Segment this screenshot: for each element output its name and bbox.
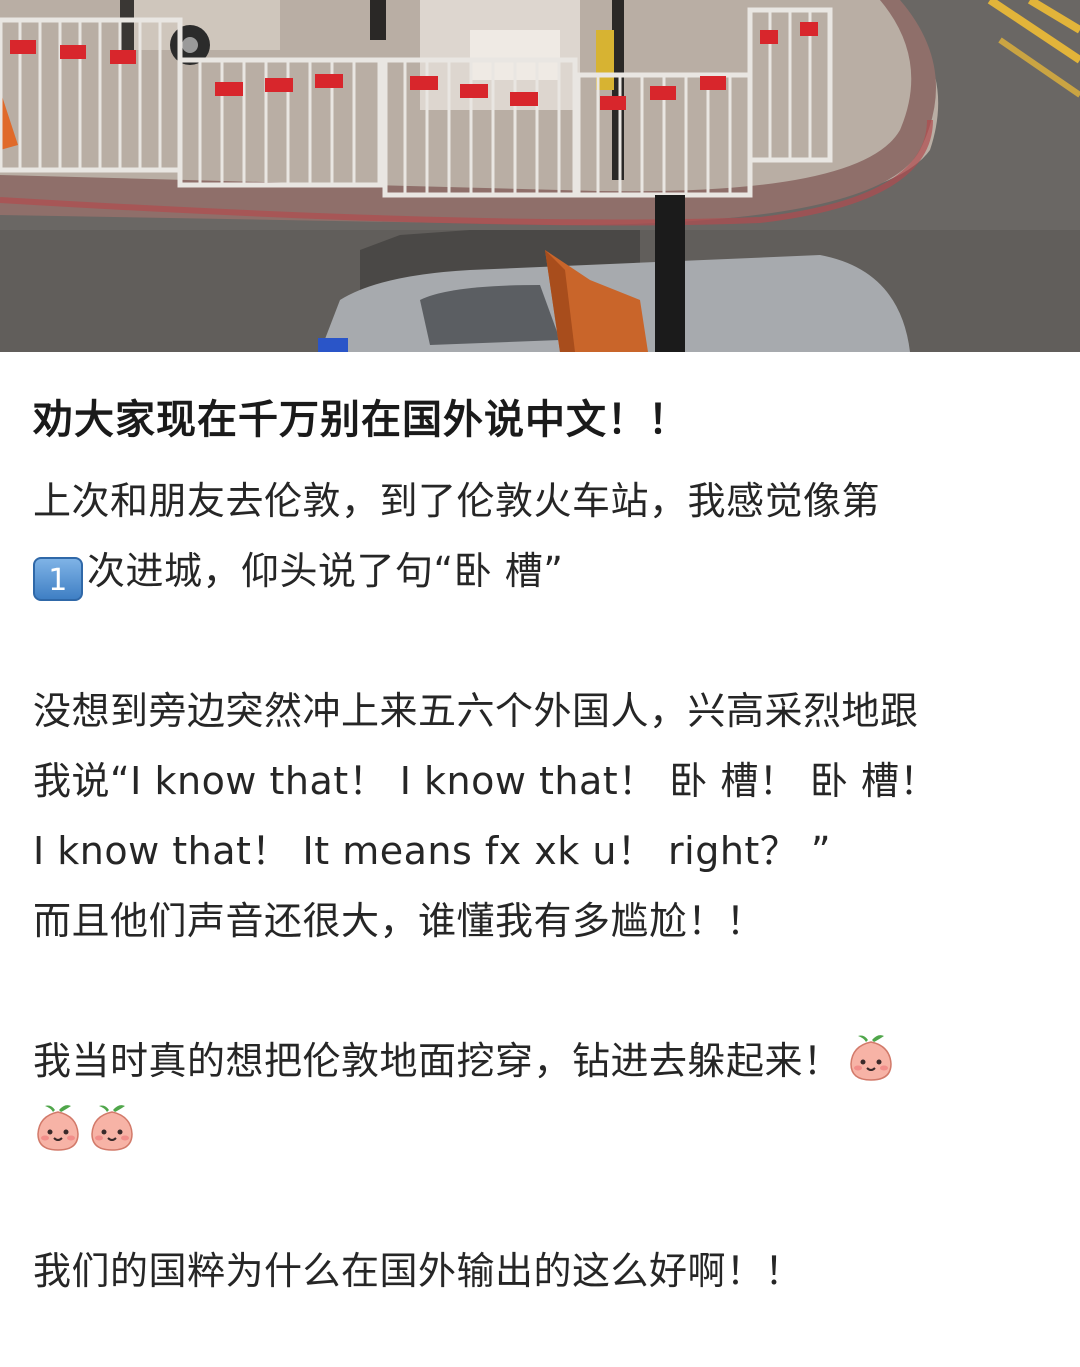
post-content: 劝大家现在千万别在国外说中文！！ 上次和朋友去伦敦，到了伦敦火车站，我感觉像第 … xyxy=(33,352,1053,1306)
paragraph-2: 没想到旁边突然冲上来五六个外国人，兴高采烈地跟 我说“I know that！ … xyxy=(33,676,1053,956)
paragraph-1-line-2: 1 次进城，仰头说了句“卧 槽” xyxy=(33,536,1053,606)
peach-face-icon xyxy=(37,1105,79,1151)
keycap-one-icon: 1 xyxy=(33,557,83,601)
paragraph-2-line-2: 我说“I know that！ I know that！ 卧 槽！ 卧 槽！ xyxy=(33,759,938,803)
paragraph-3-line-2 xyxy=(33,1096,1053,1166)
paragraph-1-line-2-text: 次进城，仰头说了句“卧 槽” xyxy=(87,549,564,593)
paragraph-3-line-1: 我当时真的想把伦敦地面挖穿，钻进去躲起来！ xyxy=(33,1026,1053,1096)
paragraph-2-line-1: 没想到旁边突然冲上来五六个外国人，兴高采烈地跟 xyxy=(33,689,919,733)
paragraph-1-line-1: 上次和朋友去伦敦，到了伦敦火车站，我感觉像第 xyxy=(33,479,881,523)
paragraph-2-line-3: I know that！ It means fx xk u！ right？ ” xyxy=(33,829,832,873)
paragraph-4-line-1: 我们的国粹为什么在国外输出的这么好啊！！ xyxy=(33,1249,804,1293)
paragraph-3: 我当时真的想把伦敦地面挖穿，钻进去躲起来！ xyxy=(33,1026,1053,1166)
peach-face-icon xyxy=(849,1035,892,1081)
paragraph-1: 上次和朋友去伦敦，到了伦敦火车站，我感觉像第 1 次进城，仰头说了句“卧 槽” xyxy=(33,466,1053,606)
paragraph-4: 我们的国粹为什么在国外输出的这么好啊！！ xyxy=(33,1236,1053,1306)
street-photo xyxy=(0,0,1080,352)
peach-face-icon xyxy=(91,1105,133,1151)
street-photo-illustration xyxy=(0,0,1080,352)
paragraph-3-text: 我当时真的想把伦敦地面挖穿，钻进去躲起来！ xyxy=(33,1039,842,1083)
paragraph-2-line-4: 而且他们声音还很大，谁懂我有多尴尬！！ xyxy=(33,899,765,943)
post-title: 劝大家现在千万别在国外说中文！！ xyxy=(33,397,689,443)
